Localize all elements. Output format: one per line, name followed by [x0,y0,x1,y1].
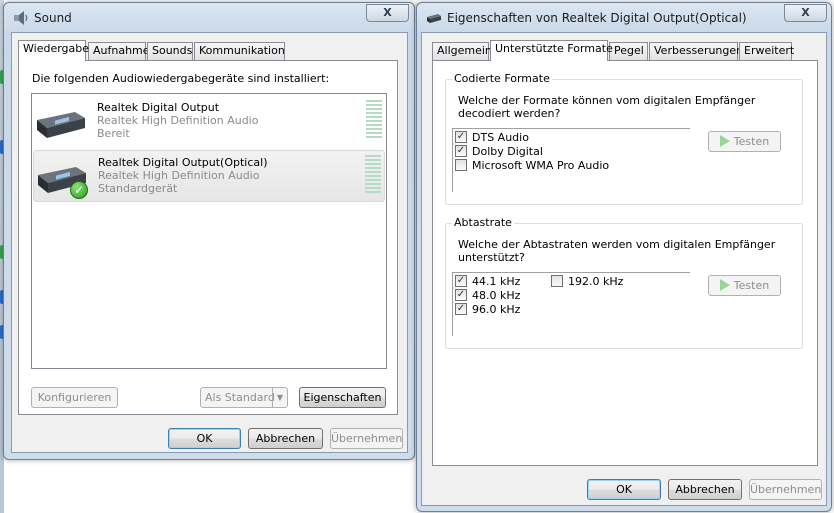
tab-label: Unterstützte Formate [495,42,613,55]
sound-window: Sound X Wiedergabe Aufnahme Sounds Kommu… [3,2,415,460]
tab-unterstuetzte-formate[interactable]: Unterstützte Formate [490,40,613,61]
tab-kommunikation[interactable]: Kommunikation [194,42,285,60]
group-description: Welche der Abtastraten werden vom digita… [458,238,776,264]
set-default-dropdown[interactable]: Als Standard ▼ [200,387,288,408]
checkmark-icon: ✓ [456,145,466,156]
tab-aufnahme[interactable]: Aufnahme [88,42,150,60]
tab-label: Wiedergabe [23,42,90,55]
checkbox-box[interactable]: ✓ [455,145,467,157]
test-encoded-button[interactable]: Testen [708,131,781,152]
checkbox-label: DTS Audio [472,131,529,144]
close-icon: X [383,6,392,19]
test-label: Testen [733,135,770,148]
tab-erweitert[interactable]: Erweitert [739,42,795,60]
list-item-device[interactable]: Realtek Digital Output Realtek High Defi… [33,96,385,148]
tab-sounds[interactable]: Sounds [147,42,193,60]
sample-rates-checklist[interactable]: ✓ 44.1 kHz ✓ 48.0 kHz ✓ 96.0 kHz 192.0 k… [452,272,690,336]
device-name: Realtek Digital Output [97,101,220,114]
checkmark-icon: ✓ [456,275,466,286]
group-description: Welche der Formate können vom digitalen … [458,94,756,120]
close-icon: X [801,6,810,19]
checkbox-label: 192.0 kHz [568,275,624,288]
device-status: Standardgerät [98,182,178,195]
tab-label: Erweitert [744,44,795,57]
checkbox-box[interactable] [551,275,563,287]
checkbox-label: Dolby Digital [472,145,543,158]
tab-label: Pegel [614,44,644,57]
checkmark-icon: ✓ [456,131,466,142]
checkbox-box[interactable]: ✓ [455,303,467,315]
cancel-button[interactable]: Abbrechen [668,479,742,500]
tab-allgemein[interactable]: Allgemein [432,42,492,60]
checkbox-label: Microsoft WMA Pro Audio [472,159,610,172]
tab-label: Aufnahme [93,44,150,57]
close-button[interactable]: X [784,4,827,22]
properties-client-area: Allgemein Unterstützte Formate Pegel Ver… [421,32,827,506]
test-label: Testen [733,279,770,292]
properties-tab-strip: Allgemein Unterstützte Formate Pegel Ver… [432,40,816,61]
digital-output-small-icon [427,14,441,23]
checkbox-label: 48.0 kHz [472,289,521,302]
tab-label: Allgemein [437,44,492,57]
ok-button[interactable]: OK [587,479,661,500]
tab-label: Verbesserungen [654,44,744,57]
supported-formats-panel: Codierte Formate Welche der Formate könn… [432,60,818,466]
apply-button[interactable]: Übernehmen [330,428,403,449]
properties-window: Eigenschaften von Realtek Digital Output… [416,2,832,512]
device-name: Realtek Digital Output(Optical) [98,156,268,169]
apply-button[interactable]: Übernehmen [749,479,822,500]
checkbox-box[interactable]: ✓ [455,275,467,287]
group-legend: Codierte Formate [452,72,552,85]
tab-pegel[interactable]: Pegel [609,42,648,60]
tab-verbesserungen[interactable]: Verbesserungen [649,42,743,60]
volume-level-meter [366,100,382,142]
configure-button[interactable]: Konfigurieren [31,387,118,408]
playback-panel: Die folgenden Audiowiedergabegeräte sind… [18,60,398,415]
window-title: Eigenschaften von Realtek Digital Output… [447,11,747,25]
list-item-device-selected[interactable]: ✓ Realtek Digital Output(Optical) Realte… [33,150,385,202]
volume-level-meter [365,155,381,197]
encoded-formats-group: Codierte Formate Welche der Formate könn… [445,72,803,205]
window-title: Sound [34,11,72,25]
digital-output-device-icon [37,112,85,138]
test-sample-rate-button[interactable]: Testen [708,275,781,296]
sound-client-area: Wiedergabe Aufnahme Sounds Kommunikation… [11,32,408,453]
chevron-down-icon: ▼ [272,388,287,407]
play-icon [719,135,730,147]
ok-button[interactable]: OK [168,428,241,449]
group-legend: Abtastrate [452,216,514,229]
play-icon [719,279,730,291]
sound-tab-strip: Wiedergabe Aufnahme Sounds Kommunikation [18,40,398,61]
device-status: Bereit [97,127,130,140]
properties-titlebar[interactable]: Eigenschaften von Realtek Digital Output… [417,3,831,33]
checkbox-label: 96.0 kHz [472,303,521,316]
checkmark-icon: ✓ [456,289,466,300]
device-list[interactable]: Realtek Digital Output Realtek High Defi… [31,93,387,369]
speaker-icon [14,11,28,25]
set-default-label: Als Standard [205,391,275,404]
device-list-instruction: Die folgenden Audiowiedergabegeräte sind… [32,72,330,85]
default-device-check-icon: ✓ [70,181,88,199]
checkmark-icon: ✓ [456,303,466,314]
close-button[interactable]: X [366,4,409,22]
device-driver: Realtek High Definition Audio [97,114,259,127]
properties-button[interactable]: Eigenschaften [299,387,386,408]
tab-label: Kommunikation [199,44,285,57]
tab-wiedergabe[interactable]: Wiedergabe [18,40,90,61]
checkbox-box[interactable] [455,159,467,171]
tab-label: Sounds [152,44,193,57]
cancel-button[interactable]: Abbrechen [248,428,323,449]
sample-rate-group: Abtastrate Welche der Abtastraten werden… [445,216,803,349]
sound-titlebar[interactable]: Sound X [4,3,414,33]
checkbox-box[interactable]: ✓ [455,131,467,143]
checkbox-label: 44.1 kHz [472,275,521,288]
device-driver: Realtek High Definition Audio [98,169,260,182]
encoded-formats-checklist[interactable]: ✓ DTS Audio ✓ Dolby Digital Microsoft WM… [452,128,690,192]
checkbox-box[interactable]: ✓ [455,289,467,301]
